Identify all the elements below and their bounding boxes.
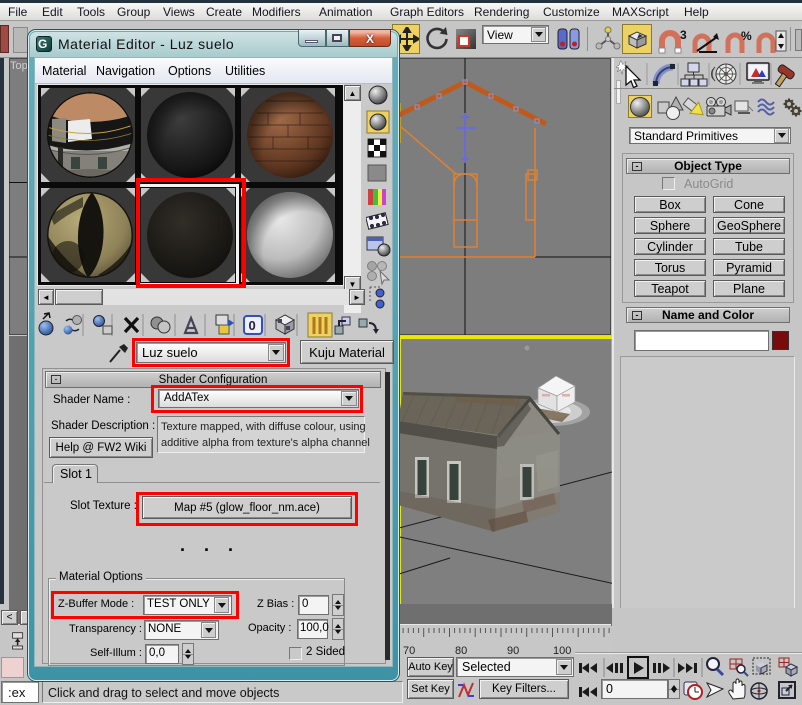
svg-text:0: 0 xyxy=(249,318,256,333)
svg-text:%: % xyxy=(741,29,752,43)
svg-text:3: 3 xyxy=(680,29,687,42)
